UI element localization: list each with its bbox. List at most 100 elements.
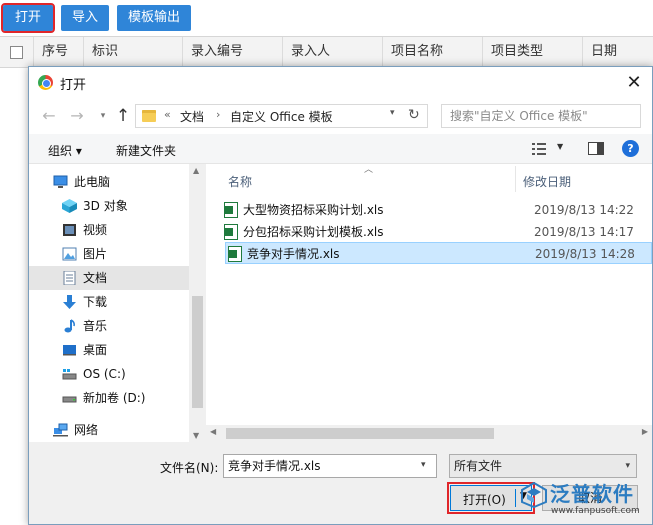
file-list-scrollbar[interactable]: ◀ ▶ [206,425,652,442]
address-bar[interactable]: « 文档 › 自定义 Office 模板 ▾ ↻ [135,104,428,128]
download-icon [63,295,76,309]
nav-item-label: 下载 [83,295,108,309]
column-header-tag[interactable]: 标识 [83,37,182,67]
file-modified-date: 2019/8/13 14:17 [534,225,634,239]
scroll-up-icon[interactable]: ▲ [193,166,199,175]
forward-arrow-icon[interactable]: → [67,106,87,126]
nav-item-label: 新加卷 (D:) [83,391,146,405]
document-icon [63,271,76,285]
file-name: 分包招标采购计划模板.xls [243,225,384,239]
recent-locations-chevron-icon[interactable]: ▾ [93,106,113,126]
nav-item-documents[interactable]: 文档 [29,266,189,290]
nav-item-desktop[interactable]: 桌面 [29,338,189,362]
refresh-icon[interactable]: ↻ [408,107,420,123]
app-toolbar: 打开 导入 模板输出 [0,0,653,36]
nav-item-label: 图片 [83,247,108,261]
nav-item-downloads[interactable]: 下载 [29,290,189,314]
music-icon [64,319,75,333]
nav-item-this-pc[interactable]: 此电脑 [29,170,189,194]
filename-label: 文件名(N): [160,461,219,475]
cube-3d-icon [62,199,77,213]
up-arrow-icon[interactable]: ↑ [113,106,133,126]
nav-item-label: 视频 [83,223,108,237]
filename-input[interactable]: 竞争对手情况.xls [223,454,437,478]
file-type-select[interactable]: 所有文件 ▾ [449,454,637,478]
watermark-name: 泛普软件 [550,482,634,506]
grid-header: 序号 标识 录入编号 录入人 项目名称 项目类型 日期 [0,36,653,68]
chevron-down-icon: ▾ [625,461,630,471]
column-header-modified[interactable]: 修改日期 [523,173,571,190]
column-header-entry-number[interactable]: 录入编号 [182,37,282,67]
browser-logo-icon [38,75,53,90]
nav-item-pictures[interactable]: 图片 [29,242,189,266]
file-list-pane: ︿ 名称 修改日期 大型物资招标采购计划.xls 2019/8/13 14:22… [206,164,652,442]
scroll-down-icon[interactable]: ▼ [193,431,199,440]
dialog-open-button[interactable]: 打开(O) ▼ [447,482,535,514]
navigation-bar: ← → ▾ ↑ « 文档 › 自定义 Office 模板 ▾ ↻ 搜索"自定义 … [29,98,652,134]
file-row-selected[interactable]: 竞争对手情况.xls 2019/8/13 14:28 [225,242,652,264]
search-input[interactable]: 搜索"自定义 Office 模板" [441,104,641,128]
file-row[interactable]: 分包招标采购计划模板.xls 2019/8/13 14:17 [222,221,652,243]
breadcrumb-documents[interactable]: 文档 [180,108,204,125]
nav-item-label: 音乐 [83,319,108,333]
select-all-checkbox[interactable] [10,46,23,59]
view-dropdown-icon[interactable]: ▼ [557,142,563,151]
picture-icon [62,247,77,261]
column-divider[interactable] [515,166,516,192]
nav-item-videos[interactable]: 视频 [29,218,189,242]
organize-menu[interactable]: 组织 ▾ [48,142,82,159]
file-name: 竞争对手情况.xls [247,247,340,261]
column-header-project-name[interactable]: 项目名称 [382,37,482,67]
address-overflow-icon[interactable]: « [164,108,171,121]
scroll-right-icon[interactable]: ▶ [642,427,648,436]
column-header-entered-by[interactable]: 录入人 [282,37,382,67]
column-header-date[interactable]: 日期 [582,37,653,67]
network-icon [53,423,68,437]
breadcrumb-custom-office-templates[interactable]: 自定义 Office 模板 [230,108,333,125]
column-header-index[interactable]: 序号 [33,37,83,67]
fanpu-logo-icon [521,482,547,508]
file-name: 大型物资招标采购计划.xls [243,203,384,217]
navigation-pane-scrollbar[interactable]: ▲ ▼ [189,164,206,442]
drive-d-icon [62,396,77,403]
split-divider [515,489,516,507]
nav-item-network[interactable]: 网络 [29,418,189,442]
scrollbar-thumb[interactable] [192,296,203,408]
help-icon[interactable]: ? [622,140,639,157]
command-bar: 组织 ▾ 新建文件夹 ▼ ? [29,134,652,164]
file-type-value: 所有文件 [454,459,503,473]
new-folder-button[interactable]: 新建文件夹 [116,142,176,159]
file-modified-date: 2019/8/13 14:28 [535,247,635,261]
view-options-icon[interactable] [532,143,546,155]
nav-item-drive-d[interactable]: 新加卷 (D:) [29,386,189,410]
column-header-name[interactable]: 名称 [228,173,252,190]
file-row[interactable]: 大型物资招标采购计划.xls 2019/8/13 14:22 [222,199,652,221]
nav-item-label: OS (C:) [83,367,126,381]
excel-file-icon [228,246,242,262]
desktop-icon [63,345,76,356]
navigation-pane: 此电脑 3D 对象 视频 图片 文档 下载 音乐 桌面 OS (C:) 新加卷 … [29,164,206,442]
address-dropdown-icon[interactable]: ▾ [390,108,395,118]
nav-item-label: 此电脑 [74,175,111,189]
preview-pane-icon[interactable] [588,142,604,155]
open-button-label: 打开(O) [463,493,506,507]
import-button[interactable]: 导入 [61,5,109,31]
filename-dropdown-icon[interactable]: ▾ [421,460,426,470]
column-header-project-type[interactable]: 项目类型 [482,37,582,67]
drive-c-icon [62,369,77,380]
scrollbar-thumb[interactable] [226,428,494,439]
scroll-left-icon[interactable]: ◀ [210,427,216,436]
back-arrow-icon[interactable]: ← [39,106,59,126]
nav-item-label: 网络 [74,423,99,437]
nav-item-3d-objects[interactable]: 3D 对象 [29,194,189,218]
nav-item-music[interactable]: 音乐 [29,314,189,338]
breadcrumb-separator-icon[interactable]: › [216,108,220,121]
template-export-button[interactable]: 模板输出 [117,5,191,31]
close-button[interactable]: ✕ [616,67,652,98]
dialog-titlebar: 打开 ✕ [29,67,652,98]
watermark: 泛普软件 www.fanpusoft.com [521,478,651,524]
computer-icon [53,175,68,188]
open-button[interactable]: 打开 [1,3,55,33]
nav-item-drive-c[interactable]: OS (C:) [29,362,189,386]
excel-file-icon [224,224,238,240]
